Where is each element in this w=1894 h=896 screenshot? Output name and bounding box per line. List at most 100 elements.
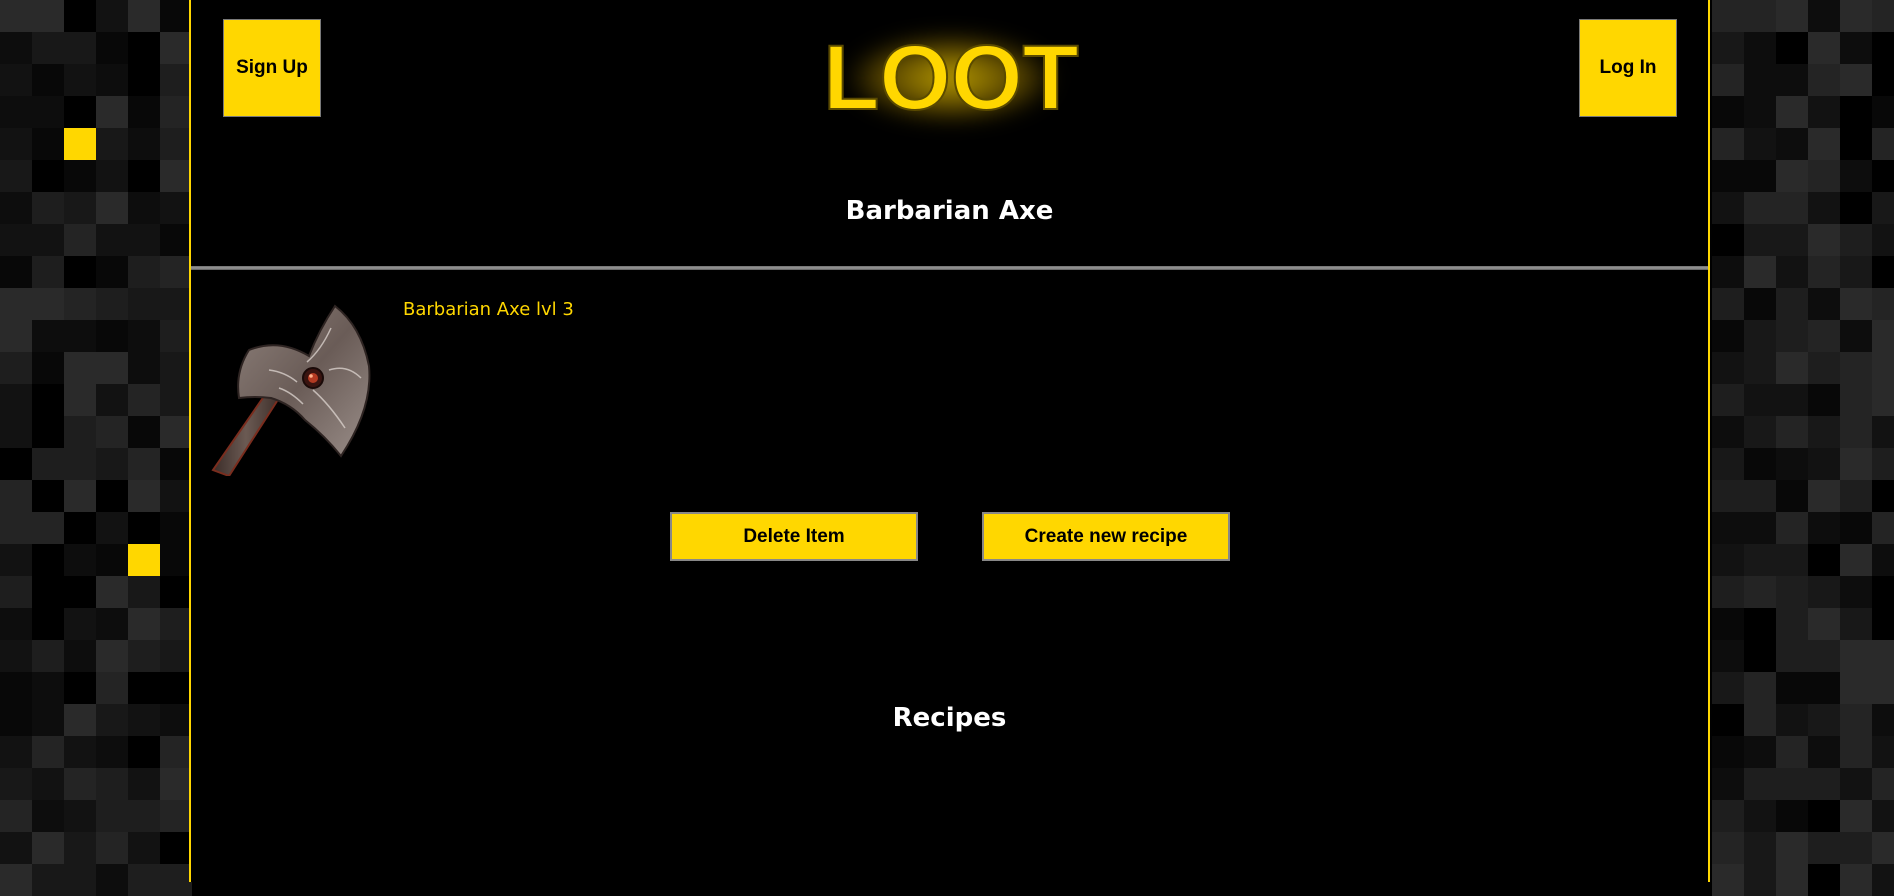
background-pixel — [1840, 96, 1872, 128]
background-pixel — [1712, 672, 1744, 704]
background-pixel — [160, 736, 192, 768]
background-pixel — [1712, 832, 1744, 864]
background-pixel — [1776, 160, 1808, 192]
background-pixel — [96, 160, 128, 192]
background-pixel — [1840, 576, 1872, 608]
background-pixel — [64, 448, 96, 480]
background-pixel — [1872, 352, 1894, 384]
background-pixel — [1840, 832, 1872, 864]
background-pixel — [128, 512, 160, 544]
background-pixel — [64, 640, 96, 672]
background-pixel — [160, 544, 192, 576]
background-pixel — [1744, 0, 1776, 32]
background-pixel — [1840, 288, 1872, 320]
background-pixel — [1776, 64, 1808, 96]
background-pixel — [1776, 480, 1808, 512]
background-pixel — [1776, 800, 1808, 832]
background-pixel — [1808, 96, 1840, 128]
background-pixel — [1776, 256, 1808, 288]
background-pixel — [128, 416, 160, 448]
background-pixel — [96, 832, 128, 864]
create-recipe-button[interactable]: Create new recipe — [982, 512, 1230, 561]
background-pixel — [64, 864, 96, 896]
background-pixel — [1744, 224, 1776, 256]
background-pixel — [32, 448, 64, 480]
background-pixel — [128, 576, 160, 608]
background-pixel — [1712, 704, 1744, 736]
background-pixel — [96, 864, 128, 896]
background-pixel — [1840, 448, 1872, 480]
background-pixel — [1872, 256, 1894, 288]
background-pixel — [1808, 672, 1840, 704]
background-pixel — [1840, 416, 1872, 448]
background-pixel — [0, 32, 32, 64]
background-pixel — [64, 128, 96, 160]
background-pixel — [128, 128, 160, 160]
background-pixel — [1872, 608, 1894, 640]
background-pixel — [0, 704, 32, 736]
background-pixel — [1840, 352, 1872, 384]
background-pixel — [1872, 416, 1894, 448]
background-pixel — [160, 32, 192, 64]
background-pixel — [128, 832, 160, 864]
background-pixel — [1712, 256, 1744, 288]
background-pixel — [64, 800, 96, 832]
background-pixel — [1872, 64, 1894, 96]
background-pixel — [1712, 160, 1744, 192]
background-pixel — [64, 64, 96, 96]
background-pixel — [1744, 640, 1776, 672]
background-pixel — [1872, 448, 1894, 480]
background-pixel — [0, 640, 32, 672]
background-pixel — [1808, 544, 1840, 576]
background-pixel — [1808, 384, 1840, 416]
background-pixel — [1872, 576, 1894, 608]
background-pixel — [96, 544, 128, 576]
main-panel: Sign Up LOOT Log In Barbarian Axe Barbar… — [189, 0, 1710, 882]
background-pixel — [1776, 96, 1808, 128]
background-pixel — [32, 288, 64, 320]
background-pixel — [1712, 448, 1744, 480]
background-pixel — [32, 160, 64, 192]
background-pixel — [1808, 800, 1840, 832]
background-pixel — [0, 96, 32, 128]
background-pixel — [1840, 544, 1872, 576]
background-pixel — [96, 640, 128, 672]
background-pixel — [1712, 320, 1744, 352]
logo[interactable]: LOOT — [806, 8, 1096, 148]
log-in-button[interactable]: Log In — [1579, 19, 1677, 117]
background-pixel — [32, 576, 64, 608]
background-pixel — [0, 800, 32, 832]
background-pixel — [1872, 480, 1894, 512]
background-pixel — [32, 32, 64, 64]
background-pixel — [96, 704, 128, 736]
background-pixel — [1712, 288, 1744, 320]
background-pixel — [64, 0, 96, 32]
background-pixel — [1840, 512, 1872, 544]
background-pixel — [32, 64, 64, 96]
background-pixel — [32, 640, 64, 672]
background-pixel — [0, 480, 32, 512]
background-pattern-left — [0, 0, 192, 896]
background-pixel — [32, 480, 64, 512]
background-pixel — [1808, 64, 1840, 96]
background-pixel — [0, 448, 32, 480]
header-divider — [191, 266, 1708, 270]
background-pixel — [1744, 192, 1776, 224]
background-pixel — [1776, 768, 1808, 800]
background-pixel — [1744, 384, 1776, 416]
background-pixel — [0, 288, 32, 320]
background-pixel — [0, 608, 32, 640]
background-pixel — [1744, 832, 1776, 864]
background-pixel — [1872, 512, 1894, 544]
background-pixel — [160, 864, 192, 896]
background-pixel — [1712, 224, 1744, 256]
background-pixel — [64, 384, 96, 416]
background-pixel — [64, 704, 96, 736]
background-pixel — [1744, 800, 1776, 832]
sign-up-button[interactable]: Sign Up — [223, 19, 321, 117]
background-pixel — [1840, 160, 1872, 192]
delete-item-button[interactable]: Delete Item — [670, 512, 918, 561]
background-pixel — [1744, 704, 1776, 736]
background-pixel — [1776, 736, 1808, 768]
background-pixel — [1776, 288, 1808, 320]
